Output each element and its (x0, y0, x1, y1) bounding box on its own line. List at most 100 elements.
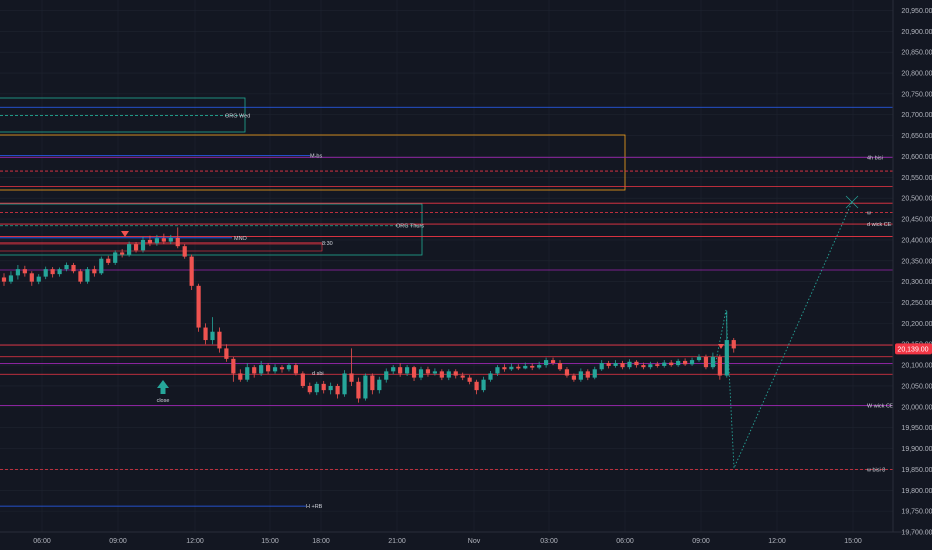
candle-body (22, 269, 27, 274)
candle-body (495, 367, 500, 374)
y-tick-label: 20,650.00 (901, 133, 932, 140)
candle-body (384, 371, 389, 380)
candle-body (564, 369, 570, 376)
candle-body (272, 367, 278, 372)
y-tick-label: 20,600.00 (901, 154, 932, 161)
current-price-label: 20,139.00 (897, 346, 928, 353)
candle (78, 269, 83, 284)
y-tick-label: 20,100.00 (901, 363, 932, 370)
candle-body (342, 373, 347, 395)
candle-body (662, 362, 667, 366)
candle-body (655, 364, 660, 366)
candle-body (57, 269, 62, 275)
candle (182, 244, 187, 259)
candle-body (516, 366, 521, 369)
candle-body (669, 362, 674, 366)
candle-body (224, 348, 229, 359)
candle-body (328, 385, 333, 391)
candle-body (703, 356, 709, 368)
short-level-label: MNO (234, 236, 248, 242)
candle-body (238, 373, 243, 380)
y-tick-label: 20,350.00 (901, 258, 932, 265)
candle (113, 250, 118, 265)
x-tick-label: 12:00 (768, 538, 786, 545)
candle-body (127, 244, 132, 255)
candle-body (432, 371, 437, 374)
candle-body (648, 364, 653, 368)
candle-body (627, 361, 632, 368)
candle-body (43, 269, 48, 277)
candle-body (731, 340, 736, 349)
candle (189, 254, 194, 290)
candle-body (8, 275, 14, 282)
level-label: w bisi 8 (866, 467, 885, 473)
candle-body (161, 238, 166, 242)
y-tick-label: 20,950.00 (901, 8, 932, 15)
candle-body (314, 383, 319, 393)
y-tick-label: 20,850.00 (901, 50, 932, 57)
candle-body (571, 375, 576, 380)
candle-body (689, 360, 695, 365)
y-tick-label: 20,400.00 (901, 237, 932, 244)
short-level-label: ORG Thurs (396, 224, 424, 230)
candle-body (71, 264, 76, 272)
candle-body (321, 383, 326, 391)
candle-body (182, 246, 187, 257)
candle-body (293, 365, 298, 374)
y-tick-label: 20,050.00 (901, 383, 932, 390)
y-tick-label: 20,300.00 (901, 279, 932, 286)
candlestick-chart[interactable]: 4h bisi w d wick CE W wick CE w bisi 8 ORG We… (0, 0, 932, 550)
candle-body (189, 256, 194, 286)
level-label: 4h bisi (867, 155, 883, 161)
y-tick-label: 19,750.00 (901, 509, 932, 516)
candle-body (578, 371, 583, 380)
candle-body (724, 340, 729, 376)
candle-body (509, 366, 514, 370)
x-tick-label: 15:00 (844, 538, 862, 545)
x-tick-label: 06:00 (616, 538, 634, 545)
candle-body (175, 237, 180, 247)
y-tick-label: 20,200.00 (901, 321, 932, 328)
candle-body (488, 373, 493, 380)
candle-body (99, 258, 104, 274)
candle-body (168, 237, 173, 242)
short-level-label: ORG Wed (225, 114, 250, 120)
candle (342, 370, 347, 397)
y-tick-label: 19,950.00 (901, 425, 932, 432)
x-tick-label: 09:00 (692, 538, 710, 545)
candle-body (599, 363, 604, 370)
candle-body (550, 360, 556, 364)
candle-body (467, 377, 472, 382)
candle-body (460, 375, 465, 378)
candle-body (286, 365, 292, 370)
y-tick-label: 19,900.00 (901, 446, 932, 453)
y-tick-label: 20,800.00 (901, 71, 932, 78)
short-level-label: M-bs (310, 154, 322, 160)
candle-body (710, 356, 715, 368)
candle-body (15, 269, 20, 276)
candle-body (64, 264, 69, 270)
candle-body (634, 361, 639, 366)
candle-body (446, 371, 451, 378)
candle (99, 256, 104, 275)
level-label: d wick CE (867, 222, 892, 228)
level-label: w (866, 210, 871, 216)
candle-body (78, 271, 83, 282)
candle-body (502, 367, 507, 370)
candle-body (231, 358, 236, 374)
candle-body (613, 363, 618, 366)
x-tick-label: 15:00 (261, 538, 279, 545)
d-sbi-label: d sbi (312, 371, 324, 377)
candle-body (140, 239, 146, 251)
candle-body (113, 252, 118, 263)
candle-body (106, 258, 111, 263)
candle-body (85, 269, 90, 282)
candle-body (474, 381, 479, 391)
y-tick-label: 19,850.00 (901, 467, 932, 474)
candle-body (606, 363, 611, 366)
candle-body (696, 356, 702, 361)
candle-body (210, 331, 215, 341)
candle-body (557, 363, 563, 370)
candle (196, 283, 201, 332)
candle-body (523, 365, 528, 369)
